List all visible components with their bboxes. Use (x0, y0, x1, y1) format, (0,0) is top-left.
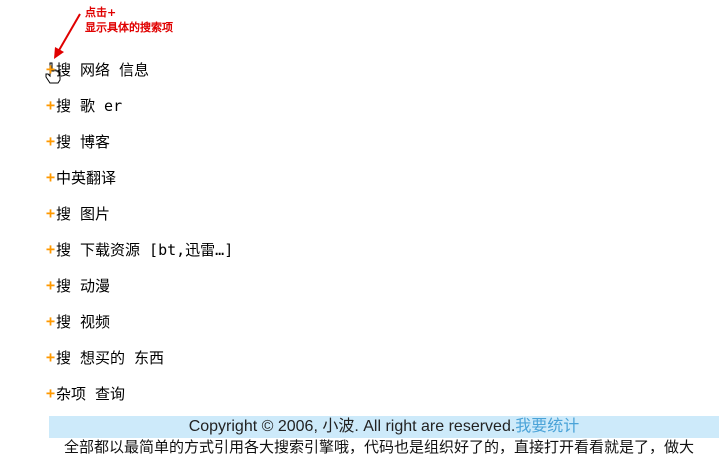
description-text: 全部都以最简单的方式引用各大搜索引擎哦，代码也是组织好了的，直接打开看看就是了，… (64, 438, 695, 456)
menu-item-label[interactable]: 搜 动漫 (56, 275, 110, 296)
menu-item-downloads[interactable]: + 搜 下载资源 [bt,迅雷…] (46, 231, 233, 267)
menu-item-misc-query[interactable]: + 杂项 查询 (46, 375, 233, 411)
menu-item-label[interactable]: 搜 想买的 东西 (56, 347, 164, 368)
menu-item-label[interactable]: 搜 视频 (56, 311, 110, 332)
plus-icon[interactable]: + (46, 204, 56, 222)
menu-item-videos[interactable]: + 搜 视频 (46, 303, 233, 339)
menu-item-blogs[interactable]: + 搜 博客 (46, 123, 233, 159)
menu-item-label[interactable]: 搜 图片 (56, 203, 110, 224)
search-category-menu: + 搜 网络 信息 + 搜 歌 er + 搜 博客 + 中英翻译 + 搜 图片 + 搜 下载… (46, 51, 233, 411)
menu-item-anime[interactable]: + 搜 动漫 (46, 267, 233, 303)
plus-icon[interactable]: + (46, 60, 56, 78)
plus-icon[interactable]: + (46, 348, 56, 366)
stat-link[interactable]: 我要统计 (515, 418, 579, 435)
copyright-text: Copyright © 2006, 小波. All right are rese… (188, 418, 516, 435)
menu-item-label[interactable]: 搜 网络 信息 (56, 59, 149, 80)
menu-item-label[interactable]: 中英翻译 (56, 167, 116, 188)
plus-icon[interactable]: + (46, 132, 56, 150)
menu-item-label[interactable]: 搜 歌 er (56, 95, 122, 116)
plus-icon[interactable]: + (46, 168, 56, 186)
plus-icon[interactable]: + (46, 312, 56, 330)
menu-item-translate[interactable]: + 中英翻译 (46, 159, 233, 195)
plus-icon[interactable]: + (46, 384, 56, 402)
footer-copyright-bar: Copyright © 2006, 小波. All right are rese… (49, 416, 719, 438)
plus-icon[interactable]: + (46, 240, 56, 258)
menu-item-label[interactable]: 搜 博客 (56, 131, 110, 152)
plus-icon[interactable]: + (46, 96, 56, 114)
annotation-line-1: 点击+ (85, 6, 117, 19)
annotation-line-2: 显示具体的搜索项 (85, 21, 173, 34)
menu-item-label[interactable]: 搜 下载资源 [bt,迅雷…] (56, 239, 233, 260)
menu-item-shopping[interactable]: + 搜 想买的 东西 (46, 339, 233, 375)
menu-item-songs[interactable]: + 搜 歌 er (46, 87, 233, 123)
plus-icon[interactable]: + (46, 276, 56, 294)
menu-item-label[interactable]: 杂项 查询 (56, 383, 125, 404)
menu-item-web-info[interactable]: + 搜 网络 信息 (46, 51, 233, 87)
annotation-callout: 点击+ 显示具体的搜索项 (85, 5, 173, 35)
menu-item-images[interactable]: + 搜 图片 (46, 195, 233, 231)
